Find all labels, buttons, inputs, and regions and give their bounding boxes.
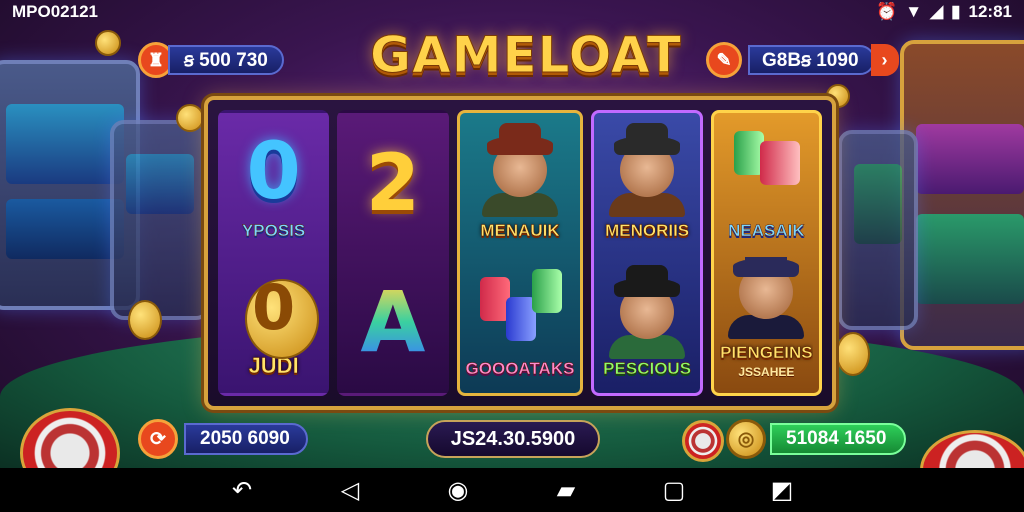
symbol-cell[interactable]: NEASAIK [720,119,813,249]
symbol-cell[interactable]: A [346,257,439,387]
signal-icon: ◢ [930,2,944,21]
symbol-glyph: 0 [246,127,301,217]
symbol-label: PIENGEINS [720,343,813,363]
back-triangle-icon[interactable]: ◁ [296,468,404,512]
poker-chip-decoration [682,420,724,462]
coin-icon: ◎ [726,419,766,459]
symbol-cell[interactable]: 0 YPOSIS [227,119,320,249]
spin-icon: ⟳ [138,419,178,459]
character-portrait [614,265,681,339]
card-icon: ✎ [706,42,742,78]
recents-icon[interactable]: ▢ [620,468,728,512]
background-slot-machine-right [900,40,1024,350]
background-slot-machine-right-2 [838,130,918,330]
left-balance-pill[interactable]: ♜ ꞩ 500 730 [138,42,284,78]
symbol-glyph: 2 [365,139,421,229]
total-win-display: JS24.30.5900 [426,420,600,458]
right-footer-value: 51084 1650 [770,423,907,455]
alarm-icon: ⏰ [876,2,898,21]
symbol-cell[interactable]: MENAUIK [466,119,575,249]
coin-decoration [836,332,870,376]
back-arrow-icon[interactable]: ↶ [188,468,296,512]
right-footer-pill[interactable]: ◎ 51084 1650 [726,419,907,459]
coin-decoration [128,300,162,340]
symbol-cell[interactable]: PESCIOUS [600,257,693,387]
symbol-label: PESCIOUS [603,359,692,379]
symbol-label: NEASAIK [728,221,805,241]
symbol-glyph: A [360,273,426,371]
left-footer-pill[interactable]: ⟳ 2050 6090 [138,419,308,459]
reel-4: MENORIIS PESCIOUS [591,110,703,396]
clock-time: 12:81 [968,2,1012,21]
character-portrait [487,123,553,197]
right-balance-pill[interactable]: ✎ G8Bꞩ 1090 › [706,42,899,78]
battery-icon: ▮ [951,2,961,21]
coin-decoration [176,104,204,132]
app-shortcut-icon[interactable]: ◩ [728,468,836,512]
carrier-label: MPO02121 [12,2,98,21]
left-footer-value: 2050 6090 [184,423,308,455]
symbol-cell[interactable]: 0 JUDI [227,257,320,387]
character-portrait [614,123,681,197]
drink-can-icon [531,269,562,313]
character-portrait [733,257,800,319]
left-balance-value: ꞩ 500 730 [168,45,284,75]
right-balance-value: G8Bꞩ 1090 [748,45,875,75]
reel-1: 0 YPOSIS 0 JUDI [218,110,330,396]
status-bar: MPO02121 ⏰ ▼ ◢ ▮ 12:81 [0,0,1024,24]
background-slot-machine-left-2 [110,120,210,320]
symbol-sublabel: JSSAHEE [738,365,795,379]
symbol-cell[interactable]: PIENGEINS JSSAHEE [720,257,813,387]
game-title: GAMELOAT [370,26,682,85]
wifi-icon: ▼ [905,2,923,21]
system-navigation-bar: ↶ ◁ ◉ ▰ ▢ ◩ [0,468,1024,512]
home-icon[interactable]: ◉ [404,468,512,512]
drink-can-icon [759,141,800,185]
symbol-glyph: 0 [252,271,296,344]
symbol-label: MENORIIS [605,221,690,241]
bookmark-icon[interactable]: ▰ [512,468,620,512]
symbol-cell[interactable]: GOOOATAKS [465,257,575,387]
coin-decoration [95,30,121,56]
reel-3: MENAUIK GOOOATAKS [456,110,584,396]
symbol-cell[interactable]: 2 [346,119,439,249]
reel-5: NEASAIK PIENGEINS JSSAHEE [710,110,822,396]
reel-2: 2 A [337,110,449,396]
symbol-label: GOOOATAKS [465,359,575,379]
symbol-label: MENAUIK [480,221,560,241]
slot-reels-frame: 0 YPOSIS 0 JUDI 2 A MENAUIK GOOOATAKS ME… [204,96,836,410]
symbol-label: YPOSIS [241,221,306,241]
symbol-cell[interactable]: MENORIIS [600,119,693,249]
arrow-right-icon[interactable]: › [870,44,899,76]
